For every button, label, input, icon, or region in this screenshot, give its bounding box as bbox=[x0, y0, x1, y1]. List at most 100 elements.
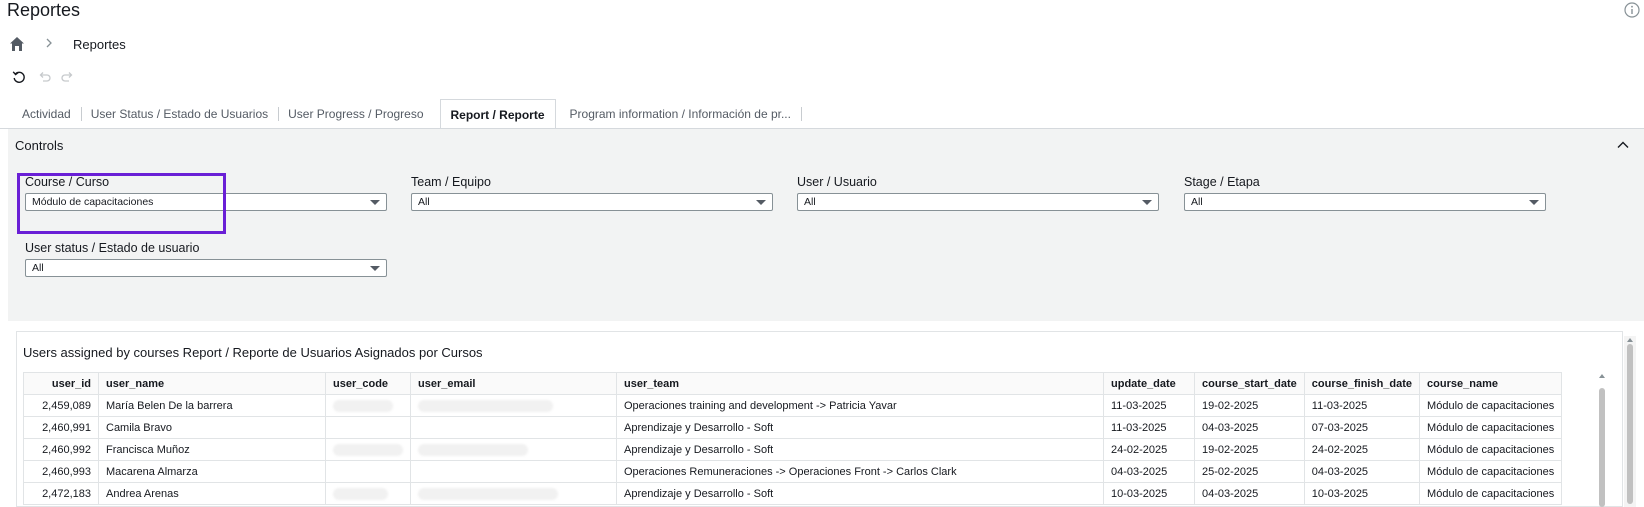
cell-course-start-date: 25-02-2025 bbox=[1194, 460, 1305, 483]
cell-course-start-date: 04-03-2025 bbox=[1194, 482, 1305, 505]
dropdown-caret-icon bbox=[370, 200, 380, 205]
cell-course-finish-date: 11-03-2025 bbox=[1303, 394, 1421, 417]
column-header[interactable]: user_id bbox=[23, 372, 99, 395]
column-header[interactable]: user_email bbox=[410, 372, 617, 395]
dropdown-caret-icon bbox=[756, 200, 766, 205]
user-filter-label: User / Usuario bbox=[797, 175, 877, 189]
undo-icon[interactable] bbox=[37, 70, 51, 84]
table-scrollbar-thumb[interactable] bbox=[1599, 388, 1605, 507]
tab-separator bbox=[800, 99, 821, 129]
tab-report[interactable]: Report / Reporte bbox=[439, 99, 556, 129]
chevron-right-icon bbox=[46, 38, 52, 48]
cell-course-name: Módulo de capacitaciones bbox=[1419, 482, 1563, 505]
page-scrollbar-thumb[interactable] bbox=[1627, 344, 1633, 504]
user-select[interactable]: All bbox=[797, 193, 1159, 211]
sheet-tabs: Actividad User Status / Estado de Usuari… bbox=[12, 99, 1644, 129]
cell-user-id: 2,472,183 bbox=[23, 482, 99, 505]
cell-user-name: Camila Bravo bbox=[98, 416, 326, 439]
home-icon[interactable] bbox=[9, 36, 25, 52]
stage-filter-label: Stage / Etapa bbox=[1184, 175, 1260, 189]
tab-user-status[interactable]: User Status / Estado de Usuarios bbox=[80, 99, 278, 129]
cell-user-email-redacted bbox=[410, 482, 617, 505]
cell-user-email-redacted bbox=[410, 460, 617, 483]
cell-user-code-redacted bbox=[325, 482, 411, 505]
cell-user-id: 2,460,993 bbox=[23, 460, 99, 483]
column-header[interactable]: course_start_date bbox=[1194, 372, 1305, 395]
cell-course-name: Módulo de capacitaciones bbox=[1419, 460, 1563, 483]
table-header-row: user_id user_name user_code user_email u… bbox=[23, 372, 1563, 395]
redo-icon[interactable] bbox=[61, 70, 75, 84]
chevron-up-icon[interactable] bbox=[1616, 138, 1630, 152]
cell-user-email-redacted bbox=[410, 394, 617, 417]
stage-select[interactable]: All bbox=[1184, 193, 1546, 211]
column-header[interactable]: user_code bbox=[325, 372, 411, 395]
cell-user-code-redacted bbox=[325, 416, 411, 439]
page-title: Reportes bbox=[7, 0, 81, 20]
cell-course-name: Módulo de capacitaciones bbox=[1419, 438, 1563, 461]
cell-user-id: 2,459,089 bbox=[23, 394, 99, 417]
cell-user-id: 2,460,992 bbox=[23, 438, 99, 461]
breadcrumb-current: Reportes bbox=[73, 37, 126, 52]
selection-highlight bbox=[17, 173, 226, 234]
column-header[interactable]: course_finish_date bbox=[1303, 372, 1421, 395]
dropdown-caret-icon bbox=[1142, 200, 1152, 205]
cell-user-team: Operaciones Remuneraciones -> Operacione… bbox=[616, 460, 1104, 483]
cell-user-team: Aprendizaje y Desarrollo - Soft bbox=[616, 438, 1104, 461]
tab-user-progress[interactable]: User Progress / Progreso bbox=[278, 99, 433, 129]
cell-user-id: 2,460,991 bbox=[23, 416, 99, 439]
cell-user-team: Aprendizaje y Desarrollo - Soft bbox=[616, 416, 1104, 439]
cell-update-date: 11-03-2025 bbox=[1103, 394, 1195, 417]
cell-user-name: María Belen De la barrera bbox=[98, 394, 326, 417]
team-filter-label: Team / Equipo bbox=[411, 175, 491, 189]
cell-course-start-date: 04-03-2025 bbox=[1194, 416, 1305, 439]
cell-course-finish-date: 24-02-2025 bbox=[1303, 438, 1421, 461]
cell-user-name: Macarena Almarza bbox=[98, 460, 326, 483]
team-select[interactable]: All bbox=[411, 193, 773, 211]
cell-user-code-redacted bbox=[325, 460, 411, 483]
reset-icon[interactable] bbox=[12, 70, 26, 84]
column-header[interactable]: update_date bbox=[1103, 372, 1195, 395]
column-header[interactable]: user_team bbox=[616, 372, 1104, 395]
cell-course-name: Módulo de capacitaciones bbox=[1419, 394, 1563, 417]
cell-user-email-redacted bbox=[410, 438, 617, 461]
cell-update-date: 24-02-2025 bbox=[1103, 438, 1195, 461]
column-header[interactable]: user_name bbox=[98, 372, 326, 395]
cell-course-start-date: 19-02-2025 bbox=[1194, 394, 1305, 417]
dropdown-caret-icon bbox=[1529, 200, 1539, 205]
table-scrollbar[interactable] bbox=[1597, 372, 1607, 507]
cell-course-start-date: 19-02-2025 bbox=[1194, 438, 1305, 461]
status-filter-label: User status / Estado de usuario bbox=[25, 241, 200, 255]
cell-update-date: 10-03-2025 bbox=[1103, 482, 1195, 505]
table-row[interactable]: 2,472,183 Andrea Arenas Aprendizaje y De… bbox=[23, 482, 1563, 505]
tab-actividad[interactable]: Actividad bbox=[12, 99, 81, 129]
cell-user-name: Andrea Arenas bbox=[98, 482, 326, 505]
table-row[interactable]: 2,460,992 Francisca Muñoz Aprendizaje y … bbox=[23, 438, 1563, 461]
cell-course-finish-date: 07-03-2025 bbox=[1303, 416, 1421, 439]
cell-user-email-redacted bbox=[410, 416, 617, 439]
controls-title: Controls bbox=[15, 138, 64, 153]
cell-update-date: 11-03-2025 bbox=[1103, 416, 1195, 439]
column-header[interactable]: course_name bbox=[1419, 372, 1563, 395]
cell-user-team: Aprendizaje y Desarrollo - Soft bbox=[616, 482, 1104, 505]
table-row[interactable]: 2,459,089 María Belen De la barrera Oper… bbox=[23, 394, 1563, 417]
page-scrollbar[interactable] bbox=[1624, 336, 1636, 507]
report-table: user_id user_name user_code user_email u… bbox=[23, 372, 1563, 505]
table-row[interactable]: 2,460,991 Camila Bravo Aprendizaje y Des… bbox=[23, 416, 1563, 439]
cell-user-code-redacted bbox=[325, 394, 411, 417]
cell-course-finish-date: 10-03-2025 bbox=[1303, 482, 1421, 505]
info-icon[interactable] bbox=[1624, 2, 1640, 18]
status-select[interactable]: All bbox=[25, 259, 387, 277]
cell-course-finish-date: 04-03-2025 bbox=[1303, 460, 1421, 483]
cell-user-name: Francisca Muñoz bbox=[98, 438, 326, 461]
cell-update-date: 04-03-2025 bbox=[1103, 460, 1195, 483]
report-title: Users assigned by courses Report / Repor… bbox=[23, 345, 483, 360]
scroll-up-arrow-icon[interactable] bbox=[1626, 336, 1634, 344]
dropdown-caret-icon bbox=[370, 266, 380, 271]
cell-course-name: Módulo de capacitaciones bbox=[1419, 416, 1563, 439]
scroll-up-arrow-icon[interactable] bbox=[1598, 372, 1606, 380]
controls-panel bbox=[8, 129, 1644, 321]
tab-program-information[interactable]: Program information / Información de pr.… bbox=[560, 99, 801, 129]
cell-user-code-redacted bbox=[325, 438, 411, 461]
table-row[interactable]: 2,460,993 Macarena Almarza Operaciones R… bbox=[23, 460, 1563, 483]
cell-user-team: Operaciones training and development -> … bbox=[616, 394, 1104, 417]
